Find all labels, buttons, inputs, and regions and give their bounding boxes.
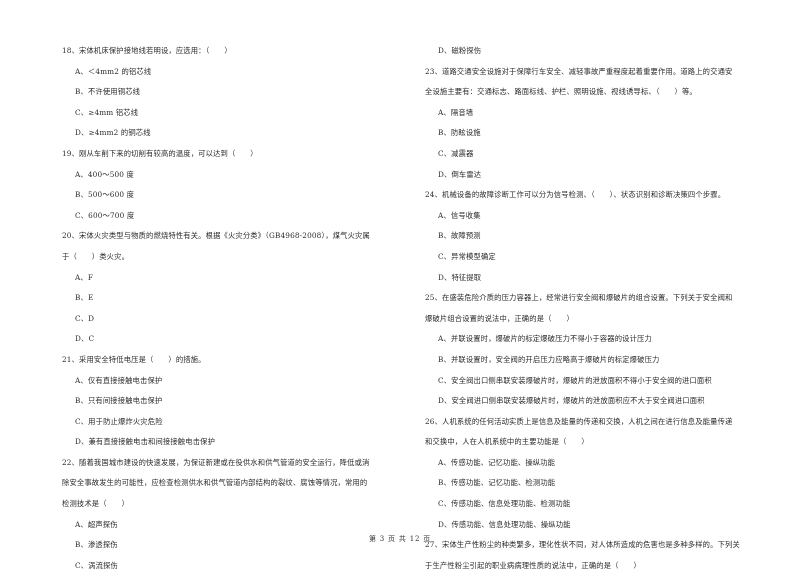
right-column: D、磁粉探伤 23、道路交通安全设施对于保障行车安全、减轻事故严重程度起着重要作用…	[425, 41, 780, 576]
question-text: 全设施主要有：交通标志、路面标线、护栏、照明设施、视线诱导标、（ ）等。	[425, 87, 697, 97]
answer-option: D、C	[75, 334, 95, 344]
question-text: 25、在盛装危险介质的压力容器上，经常进行安全阀和爆破片的组合设置。下列关于安全…	[425, 293, 733, 303]
answer-option: B、传感功能、记忆功能、检测功能	[438, 478, 556, 488]
page-number-label: 第 3 页 共 12 页	[368, 535, 432, 543]
question-text: 19、刚从车削下来的切削有较高的温度，可以达到（ ）	[62, 148, 258, 158]
answer-option: C、用于防止爆炸火灾危险	[75, 416, 163, 426]
left-column: 18、宋体机床保护接地线若明设，应选用：（ ） A、＜4mm2 的铝芯线 B、不许使…	[62, 41, 407, 576]
answer-option: B、只有间接接触电击保护	[75, 396, 163, 406]
answer-option: A、＜4mm2 的铝芯线	[75, 66, 152, 76]
answer-option: A、仅有直接接触电击保护	[75, 375, 163, 385]
answer-option: B、故障预测	[438, 231, 481, 241]
question-text: 除安全事故发生的可能性，应检查检测供水和供气管道内部结构的裂纹、腐蚀等情况，常用…	[62, 478, 368, 488]
answer-option: B、并联设置时，安全阀的开启压力应略高于爆破片的标定爆破压力	[438, 354, 660, 364]
answer-option: D、兼有直接接触电击和间接接触电击保护	[75, 437, 216, 447]
question-text: 20、宋体火灾类型与物质的燃烧特性有关。根据《火灾分类》（GB4968-2008…	[62, 231, 370, 241]
question-text: 爆破片组合设置的说法中，正确的是（ ）	[425, 313, 574, 323]
answer-option: B、E	[75, 293, 94, 303]
question-text: 22、随着我国城市建设的快速发展，为保证新建或在役供水和供气管道的安全运行，降低…	[62, 457, 370, 467]
answer-option: A、隔音墙	[438, 107, 474, 117]
answer-option: C、涡流探伤	[75, 560, 118, 570]
answer-option: C、减震器	[438, 148, 474, 158]
question-text: 于生产性粉尘引起的职业病病理性质的说法中，正确的是（ ）	[425, 560, 641, 570]
question-text: 23、道路交通安全设施对于保障行车安全、减轻事故严重程度起着重要作用。道路上的交…	[425, 66, 733, 76]
answer-option: D、≥4mm2 的铜芯线	[75, 128, 151, 138]
question-text: 于（ ）类火灾。	[62, 251, 130, 261]
answer-option: A、400～500 度	[75, 169, 134, 179]
question-text: 21、采用安全特低电压是（ ）的措施。	[62, 354, 206, 364]
answer-option: D、传感功能、信息处理功能、操纵功能	[438, 519, 571, 529]
answer-option: C、安全阀出口侧串联安装爆破片时，爆破片的泄放面积不得小于安全阀的进口面积	[438, 375, 712, 385]
answer-option: A、信号收集	[438, 210, 481, 220]
answer-option: B、500～600 度	[75, 190, 135, 200]
answer-option: C、D	[75, 313, 95, 323]
answer-option: B、不许使用铜芯线	[75, 87, 141, 97]
answer-option: D、特征提取	[438, 272, 482, 282]
answer-option: D、安全阀进口侧串联安装爆破片时，爆破片的泄放面积应不大于安全阀进口面积	[438, 396, 705, 406]
answer-option: C、异常模型确定	[438, 251, 496, 261]
question-text: 24、机械设备的故障诊断工作可以分为信号检测、（ ）、状态识别和诊断决策四个步骤…	[425, 190, 726, 200]
question-text: 和交换中，人在人机系统中的主要功能是（ ）	[425, 437, 589, 447]
answer-option: A、并联设置时，爆破片的标定爆破压力不得小于容器的设计压力	[438, 334, 652, 344]
answer-option: B、防眩设施	[438, 128, 481, 138]
answer-option: A、传感功能、记忆功能、操纵功能	[438, 457, 556, 467]
question-text: 26、人机系统的任何活动实质上是信息及能量的传递和交换，人机之间在进行信息及能量…	[425, 416, 733, 426]
question-text: 检测技术是（ ）	[62, 499, 130, 509]
question-text: 18、宋体机床保护接地线若明设，应选用：（ ）	[62, 46, 232, 55]
answer-option: D、倒车雷达	[438, 169, 482, 179]
answer-option: D、磁粉探伤	[438, 46, 482, 55]
answer-option: C、传感功能、信息处理功能、检测功能	[438, 499, 571, 509]
answer-option: C、≥4mm 铝芯线	[75, 107, 139, 117]
answer-option: C、600～700 度	[75, 210, 135, 220]
answer-option: A、超声探伤	[75, 519, 118, 529]
page-footer: 第 3 页 共 12 页	[0, 534, 800, 544]
answer-option: A、F	[75, 272, 94, 282]
